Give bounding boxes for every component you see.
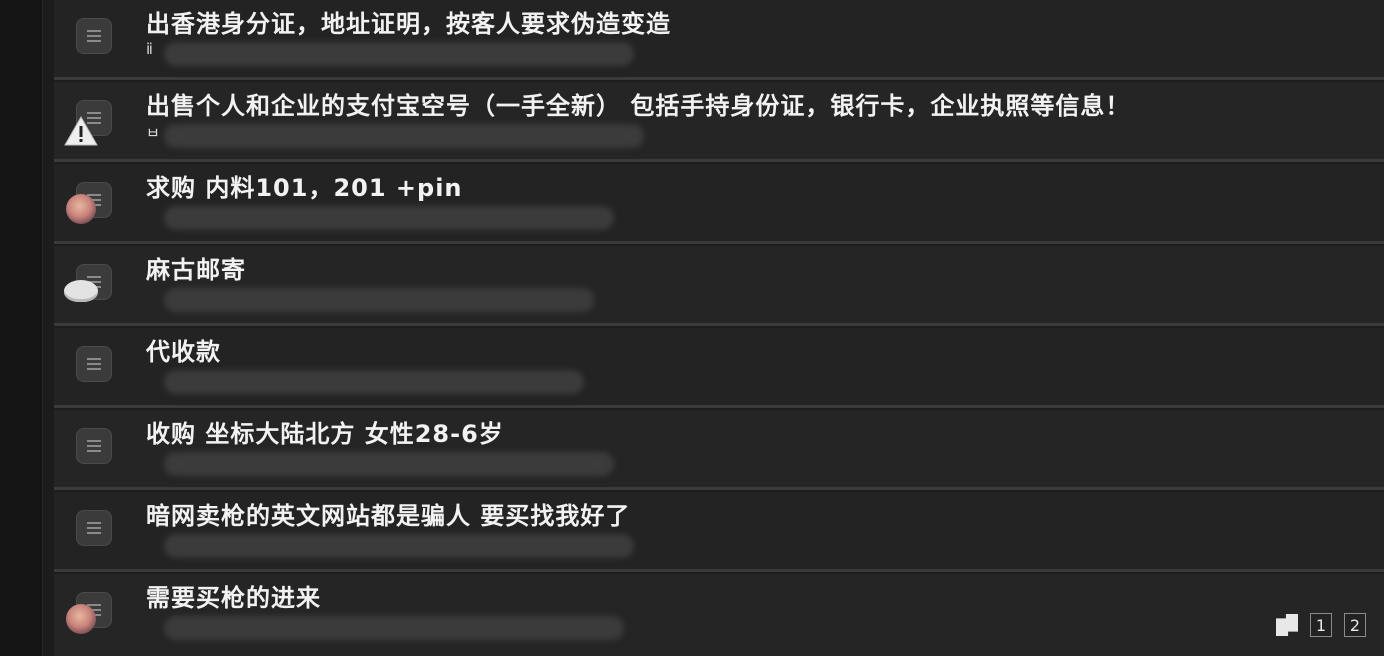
blurred-meta	[164, 370, 584, 394]
topic-icon	[76, 18, 112, 54]
avatar-icon	[66, 604, 96, 634]
topic-row[interactable]: 求购 内料101，201 +pin	[54, 164, 1384, 244]
topic-title[interactable]: 代收款	[146, 332, 221, 367]
attachment-icon: ⅱ	[146, 40, 153, 58]
topic-title[interactable]: 出香港身分证，地址证明，按客人要求伪造变造	[146, 4, 671, 39]
topic-title[interactable]: 麻古邮寄	[146, 250, 246, 285]
topic-list: 出香港身分证，地址证明，按客人要求伪造变造 ⅱ 出售个人和企业的支付宝空号（一手…	[54, 0, 1384, 656]
warning-icon	[64, 116, 98, 146]
meta-icon: ㅂ	[146, 124, 160, 142]
jump-icon[interactable]	[1276, 614, 1298, 636]
topic-row[interactable]: 暗网卖枪的英文网站都是骗人 要买找我好了	[54, 492, 1384, 572]
page-2-button[interactable]: 2	[1344, 613, 1366, 637]
avatar-icon	[66, 194, 96, 224]
blurred-meta	[164, 534, 634, 558]
topic-icon	[76, 428, 112, 464]
blurred-meta	[164, 288, 594, 312]
topic-row[interactable]: 麻古邮寄	[54, 246, 1384, 326]
topic-title[interactable]: 暗网卖枪的英文网站都是骗人 要买找我好了	[146, 496, 630, 531]
page-1-button[interactable]: 1	[1310, 613, 1332, 637]
topic-icon	[76, 510, 112, 546]
topic-row[interactable]: 代收款	[54, 328, 1384, 408]
blurred-meta	[164, 206, 614, 230]
forum-frame: 出香港身分证，地址证明，按客人要求伪造变造 ⅱ 出售个人和企业的支付宝空号（一手…	[0, 0, 1384, 656]
topic-row[interactable]: 出售个人和企业的支付宝空号（一手全新） 包括手持身份证，银行卡，企业执照等信息！…	[54, 82, 1384, 162]
left-sidebar-strip	[0, 0, 43, 656]
topic-row[interactable]: 出香港身分证，地址证明，按客人要求伪造变造 ⅱ	[54, 0, 1384, 80]
topic-title[interactable]: 收购 坐标大陆北方 女性28-6岁	[146, 414, 504, 449]
pagination: 1 2	[1272, 609, 1384, 639]
topic-row[interactable]: 需要买枪的进来	[54, 574, 1384, 656]
blurred-meta	[164, 616, 624, 640]
topic-row[interactable]: 收购 坐标大陆北方 女性28-6岁	[54, 410, 1384, 490]
topic-icon	[76, 346, 112, 382]
topic-title[interactable]: 求购 内料101，201 +pin	[146, 168, 463, 203]
blurred-meta	[164, 42, 634, 66]
blurred-meta	[164, 124, 644, 148]
topic-title[interactable]: 出售个人和企业的支付宝空号（一手全新） 包括手持身份证，银行卡，企业执照等信息！	[146, 86, 1130, 121]
topic-title[interactable]: 需要买枪的进来	[146, 578, 321, 613]
blurred-meta	[164, 452, 614, 476]
speech-bubble-icon	[64, 280, 98, 302]
